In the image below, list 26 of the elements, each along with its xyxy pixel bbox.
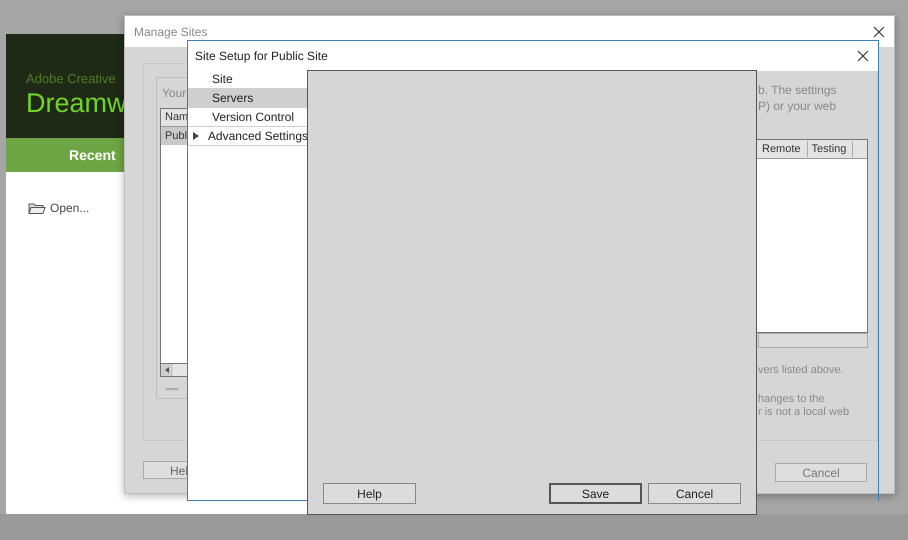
note-text: vers listed above.: [758, 363, 844, 378]
close-icon[interactable]: [873, 26, 885, 38]
close-icon[interactable]: [857, 50, 869, 62]
dialog-button[interactable]: Save: [549, 483, 642, 504]
intro-text: Your: [162, 85, 186, 102]
column-header: Nam: [165, 110, 188, 126]
recent-header: Recent: [69, 146, 116, 164]
description-text: P) or your web: [758, 98, 836, 114]
partly-hidden-button[interactable]: Hel: [143, 461, 188, 479]
dialog-title: Site Setup for Public Site: [195, 48, 328, 65]
product-name: Dreamw: [26, 87, 127, 119]
folder-icon: [28, 202, 46, 214]
dialog-button[interactable]: Help: [323, 483, 416, 504]
window-title: Manage Sites: [134, 24, 208, 40]
note-text: hanges to the: [758, 393, 826, 406]
column-header: Testing: [808, 140, 854, 158]
column-header: Remote: [758, 140, 808, 158]
description-text: b. The settings: [758, 82, 836, 98]
open-link[interactable]: Open...: [50, 199, 90, 217]
site-row[interactable]: Publ: [161, 127, 188, 145]
brand-line: Adobe Creative: [26, 71, 116, 87]
note-text: r is not a local web: [758, 406, 850, 419]
dialog-button[interactable]: Cancel: [648, 483, 741, 504]
site-name: Publ: [165, 128, 188, 144]
expand-arrow-icon[interactable]: [193, 132, 199, 140]
category-item[interactable]: Servers: [188, 89, 308, 108]
